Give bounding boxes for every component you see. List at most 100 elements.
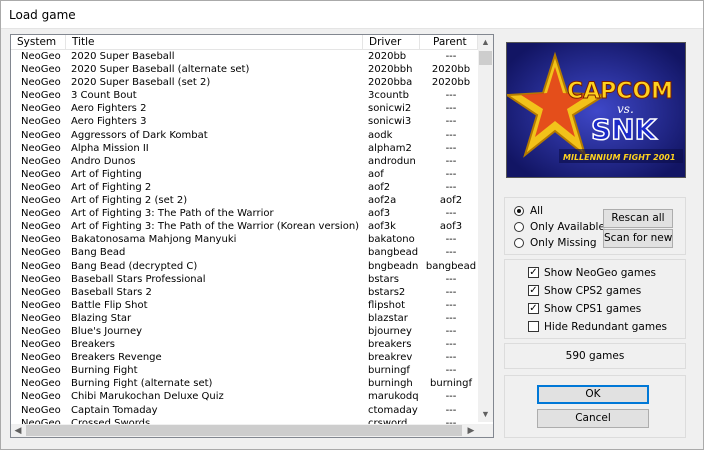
vertical-scroll-thumb[interactable] — [479, 51, 492, 65]
radio-label-all: All — [530, 205, 544, 217]
cell-driver: crsword — [368, 417, 408, 424]
cell-system: NeoGeo — [21, 312, 61, 324]
checkbox-label-hide-redundant: Hide Redundant games — [544, 321, 668, 333]
cancel-button[interactable]: Cancel — [537, 409, 649, 428]
cell-title: Breakers Revenge — [71, 352, 162, 364]
cell-parent: --- — [445, 181, 457, 193]
column-header-driver[interactable]: Driver — [363, 35, 420, 50]
table-row[interactable]: NeoGeo Bang Bead (decrypted C) bngbeadn ban… — [11, 260, 478, 273]
table-row[interactable]: NeoGeo Aggressors of Dark Kombat aodk --- — [11, 129, 478, 142]
cell-driver: flipshot — [368, 299, 406, 311]
table-row[interactable]: NeoGeo Andro Dunos androdun --- — [11, 155, 478, 168]
cell-parent: bangbead — [425, 260, 477, 272]
checkbox-empty-box — [528, 321, 539, 332]
cell-driver: burningh — [368, 378, 413, 390]
table-row[interactable]: NeoGeo Battle Flip Shot flipshot --- — [11, 299, 478, 312]
cell-title: 2020 Super Baseball (alternate set) — [71, 64, 250, 76]
table-row[interactable]: NeoGeo Crossed Swords crsword --- — [11, 417, 478, 424]
cell-system: NeoGeo — [21, 142, 61, 154]
table-row[interactable]: NeoGeo Art of Fighting aof --- — [11, 168, 478, 181]
table-row[interactable]: NeoGeo Chibi Marukochan Deluxe Quiz maruko… — [11, 390, 478, 403]
table-row[interactable]: NeoGeo Burning Fight (alternate set) burni… — [11, 377, 478, 390]
cell-system: NeoGeo — [21, 103, 61, 115]
table-row[interactable]: NeoGeo Art of Fighting 2 aof2 --- — [11, 181, 478, 194]
cell-parent: --- — [445, 417, 457, 424]
title-bar[interactable]: Load game — [1, 1, 703, 29]
cell-system: NeoGeo — [21, 378, 61, 390]
cell-title: Burning Fight — [71, 365, 138, 377]
column-header-parent[interactable]: Parent — [420, 35, 478, 50]
table-row[interactable]: NeoGeo Art of Fighting 3: The Path of the… — [11, 220, 478, 233]
table-row[interactable]: NeoGeo Aero Fighters 3 sonicwi3 --- — [11, 115, 478, 128]
cell-parent: --- — [445, 286, 457, 298]
checkbox-label-show-cps2: Show CPS2 games — [544, 285, 642, 297]
cell-system: NeoGeo — [21, 247, 61, 259]
table-row[interactable]: NeoGeo Art of Fighting 3: The Path of the… — [11, 207, 478, 220]
svg-text:SNK: SNK — [591, 113, 658, 146]
cell-driver: aof2a — [368, 195, 397, 207]
cell-driver: 2020bbh — [368, 64, 413, 76]
cell-title: Captain Tomaday — [71, 404, 158, 416]
cell-system: NeoGeo — [21, 181, 61, 193]
cell-parent: --- — [445, 116, 457, 128]
cell-title: Battle Flip Shot — [71, 299, 148, 311]
cell-title: Art of Fighting 2 — [71, 181, 152, 193]
cell-title: Art of Fighting 2 (set 2) — [71, 195, 188, 207]
checkmark-icon: ✓ — [528, 285, 539, 296]
game-list[interactable]: System Title Driver Parent NeoGeo 2020 Su… — [10, 34, 494, 438]
column-header-system[interactable]: System — [11, 35, 66, 50]
cell-driver: ctomaday — [368, 404, 418, 416]
table-row[interactable]: NeoGeo Baseball Stars Professional bstars -… — [11, 273, 478, 286]
scan-for-new-button[interactable]: Scan for new — [603, 229, 673, 248]
table-row[interactable]: NeoGeo Captain Tomaday ctomaday --- — [11, 404, 478, 417]
table-row[interactable]: NeoGeo Aero Fighters 2 sonicwi2 --- — [11, 102, 478, 115]
table-row[interactable]: NeoGeo Blue's Journey bjourney --- — [11, 325, 478, 338]
rescan-all-button[interactable]: Rescan all — [603, 209, 673, 228]
horizontal-scrollbar[interactable]: ◀ ▶ — [11, 424, 478, 437]
vertical-scrollbar[interactable]: ▲ ▼ — [478, 35, 493, 422]
cell-system: NeoGeo — [21, 339, 61, 351]
cell-driver: aof — [368, 168, 384, 180]
table-row[interactable]: NeoGeo Blazing Star blazstar --- — [11, 312, 478, 325]
cell-system: NeoGeo — [21, 90, 61, 102]
table-row[interactable]: NeoGeo 2020 Super Baseball 2020bb --- — [11, 50, 478, 63]
table-row[interactable]: NeoGeo Breakers Revenge breakrev --- — [11, 351, 478, 364]
cell-driver: bjourney — [368, 325, 412, 337]
cell-parent: --- — [445, 234, 457, 246]
table-row[interactable]: NeoGeo Alpha Mission II alpham2 --- — [11, 142, 478, 155]
cell-parent: --- — [445, 365, 457, 377]
cell-parent: --- — [445, 208, 457, 220]
table-row[interactable]: NeoGeo 3 Count Bout 3countb --- — [11, 89, 478, 102]
scroll-up-arrow-icon[interactable]: ▲ — [478, 35, 493, 50]
cell-parent: 2020bb — [431, 64, 471, 76]
table-row[interactable]: NeoGeo Breakers breakers --- — [11, 338, 478, 351]
cell-title: Art of Fighting — [71, 168, 142, 180]
table-row[interactable]: NeoGeo Burning Fight burningf --- — [11, 364, 478, 377]
table-row[interactable]: NeoGeo Art of Fighting 2 (set 2) aof2a aof2 — [11, 194, 478, 207]
table-row[interactable]: NeoGeo Baseball Stars 2 bstars2 --- — [11, 286, 478, 299]
table-row[interactable]: NeoGeo 2020 Super Baseball (alternate set… — [11, 63, 478, 76]
cell-title: Bakatonosama Mahjong Manyuki — [71, 234, 237, 246]
scroll-right-arrow-icon[interactable]: ▶ — [464, 424, 478, 437]
cell-driver: aof3k — [368, 221, 396, 233]
table-row[interactable]: NeoGeo Bang Bead bangbead --- — [11, 246, 478, 259]
cell-parent: --- — [445, 90, 457, 102]
checkbox-label-show-cps1: Show CPS1 games — [544, 303, 642, 315]
table-row[interactable]: NeoGeo 2020 Super Baseball (set 2) 2020bba… — [11, 76, 478, 89]
column-header-title[interactable]: Title — [66, 35, 363, 50]
scroll-down-arrow-icon[interactable]: ▼ — [478, 407, 493, 422]
radio-dot-only-available — [514, 222, 524, 232]
cell-parent: --- — [445, 247, 457, 259]
cell-title: Blazing Star — [71, 312, 132, 324]
cell-title: Andro Dunos — [71, 155, 136, 167]
ok-button[interactable]: OK — [537, 385, 649, 404]
cell-system: NeoGeo — [21, 51, 61, 62]
cell-title: Aggressors of Dark Kombat — [71, 129, 208, 141]
horizontal-scroll-thumb[interactable] — [26, 425, 462, 436]
cell-driver: burningf — [368, 365, 410, 377]
cell-driver: breakrev — [368, 352, 413, 364]
cell-title: Alpha Mission II — [71, 142, 149, 154]
radio-label-only-available: Only Available — [530, 221, 605, 233]
scroll-left-arrow-icon[interactable]: ◀ — [11, 424, 25, 437]
table-row[interactable]: NeoGeo Bakatonosama Mahjong Manyuki bakato… — [11, 233, 478, 246]
